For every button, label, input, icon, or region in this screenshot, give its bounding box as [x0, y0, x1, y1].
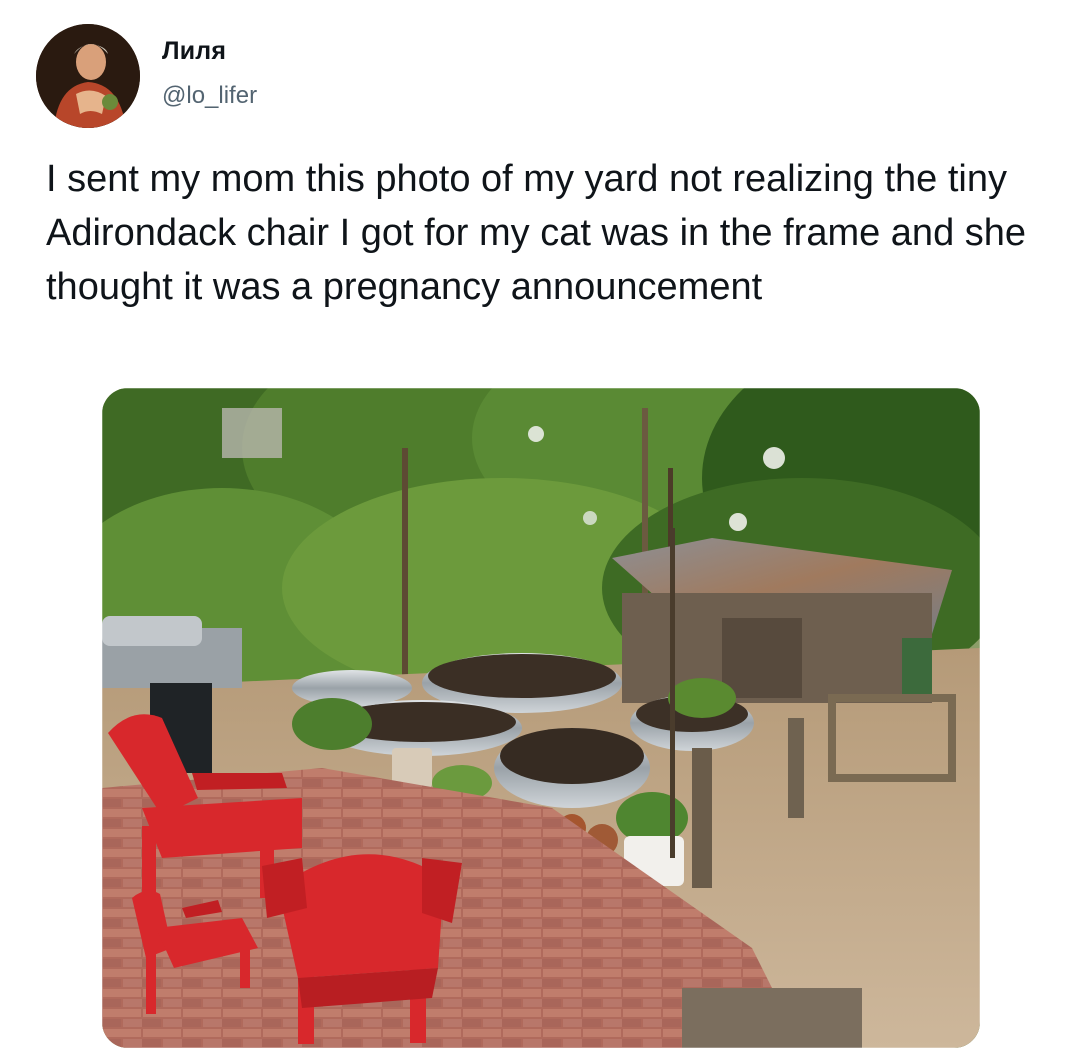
- avatar[interactable]: [36, 24, 140, 128]
- tweet-card: Лиля @lo_lifer I sent my mom this photo …: [0, 0, 1075, 1055]
- tweet-photo[interactable]: [102, 388, 980, 1048]
- backyard-photo: [102, 388, 980, 1048]
- user-handle[interactable]: @lo_lifer: [162, 82, 257, 110]
- tweet-text: I sent my mom this photo of my yard not …: [46, 158, 1027, 308]
- display-name[interactable]: Лиля: [162, 37, 226, 66]
- avatar-portrait-icon: [36, 24, 140, 128]
